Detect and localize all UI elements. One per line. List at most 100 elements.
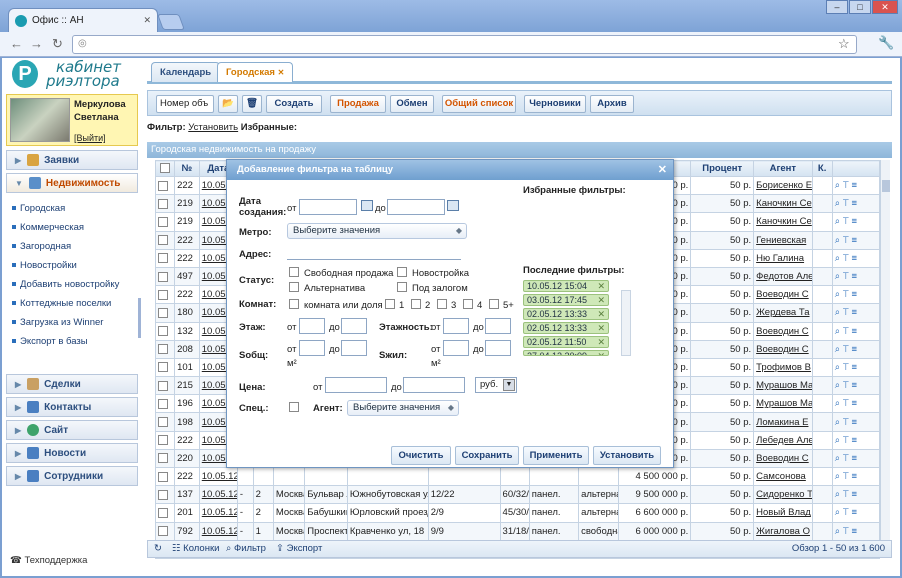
pin-icon[interactable]: ⊤ — [843, 398, 849, 409]
list-icon[interactable]: ≡ — [851, 489, 857, 500]
list-icon[interactable]: ≡ — [851, 271, 857, 282]
search-icon[interactable]: ⌕ — [835, 307, 840, 318]
table-cell[interactable]: 10.05.12 — [198, 485, 238, 505]
remove-icon[interactable]: ✕ — [597, 337, 605, 347]
sidebar-item-newbuild[interactable]: Новостройки — [12, 260, 77, 271]
remove-icon[interactable]: ✕ — [597, 323, 605, 333]
table-cell[interactable]: Жердева Та — [753, 303, 813, 323]
row-checkbox[interactable] — [154, 248, 176, 268]
pin-icon[interactable]: ⊤ — [843, 180, 849, 191]
remove-icon[interactable]: ✕ — [597, 351, 605, 355]
sidebar-item-export[interactable]: Экспорт в базы — [12, 336, 88, 347]
row-checkbox[interactable] — [154, 321, 176, 341]
exchange-button[interactable]: Обмен — [390, 95, 434, 113]
list-icon[interactable]: ≡ — [851, 344, 857, 355]
pin-icon[interactable]: ⊤ — [843, 526, 849, 537]
list-icon[interactable]: ≡ — [851, 362, 857, 373]
table-cell[interactable]: Мурашов Ма — [753, 394, 813, 414]
remove-icon[interactable]: ✕ — [597, 281, 605, 291]
sidebar-item-cottages[interactable]: Коттеджные поселки — [12, 298, 111, 309]
pin-icon[interactable]: ⊤ — [843, 380, 849, 391]
list-icon[interactable]: ≡ — [851, 326, 857, 337]
s-living-from-input[interactable] — [443, 340, 469, 356]
sidebar-section-contacts[interactable]: ▶ Контакты — [6, 397, 138, 417]
pin-icon[interactable]: ⊤ — [843, 417, 849, 428]
price-from-input[interactable] — [325, 377, 387, 393]
created-from-input[interactable] — [299, 199, 357, 215]
sidebar-item-winner-import[interactable]: Загрузка из Winner — [12, 317, 103, 328]
export-button[interactable]: ⇪ Экспорт — [276, 541, 322, 557]
table-row[interactable]: 20110.05.12-2МоскваБабушкинскаяЮрловский… — [154, 503, 881, 523]
created-to-input[interactable] — [387, 199, 445, 215]
search-icon[interactable]: ⌕ — [835, 435, 840, 446]
currency-select[interactable]: руб. ▼ — [475, 377, 517, 393]
col-header[interactable]: Процент — [690, 160, 755, 177]
sidebar-section-news[interactable]: ▶ Новости — [6, 443, 138, 463]
table-cell[interactable]: Сидоренко Т — [753, 485, 813, 505]
recent-filter-chip[interactable]: 02.05.12 11:50 ✕ — [523, 336, 609, 348]
search-icon[interactable]: ⌕ — [835, 453, 840, 464]
table-row[interactable]: 79210.05.12-1МоскваПроспект ВернКравченк… — [154, 521, 881, 541]
sidebar-section-requests[interactable]: ▶ Заявки — [6, 150, 138, 170]
metro-select[interactable]: Выберите значения ◆ — [287, 223, 467, 239]
agent-select[interactable]: Выберите значения ◆ — [347, 400, 459, 416]
recent-scrollbar[interactable] — [621, 290, 631, 356]
pin-icon[interactable]: ⊤ — [843, 289, 849, 300]
trash-icon[interactable]: 🗑 — [242, 95, 262, 113]
calendar-icon[interactable] — [447, 200, 459, 211]
col-header[interactable]: № — [174, 160, 200, 177]
row-checkbox[interactable] — [154, 212, 176, 232]
table-row[interactable]: 222 10.05.12 4 500 000 р. 50 р. Самсонова ⌕ ⊤… — [154, 466, 881, 487]
floor-to-input[interactable] — [341, 318, 367, 334]
pin-icon[interactable]: ⊤ — [843, 235, 849, 246]
table-cell[interactable]: Воеводин С — [753, 339, 813, 359]
table-cell[interactable]: Гениевская — [753, 230, 813, 250]
bookmark-star-icon[interactable]: ☆ — [838, 36, 850, 52]
sidebar-section-realty[interactable]: ▼ Недвижимость — [6, 173, 138, 193]
row-checkbox[interactable] — [154, 339, 176, 359]
sidebar-item-country[interactable]: Загородная — [12, 241, 71, 252]
select-all-checkbox[interactable] — [154, 160, 176, 177]
table-cell[interactable]: Борисенко Е — [753, 175, 813, 196]
status-newbuild-checkbox[interactable] — [397, 267, 407, 277]
table-cell[interactable]: 10.05.12 — [198, 521, 238, 541]
s-total-to-input[interactable] — [341, 340, 367, 356]
list-icon[interactable]: ≡ — [851, 471, 857, 482]
status-pledge-checkbox[interactable] — [397, 282, 407, 292]
table-cell[interactable]: Ню Галина — [753, 248, 813, 268]
new-tab-button[interactable] — [157, 14, 185, 30]
list-icon[interactable]: ≡ — [851, 507, 857, 518]
row-checkbox[interactable] — [154, 430, 176, 450]
address-input[interactable] — [287, 259, 461, 260]
table-cell[interactable]: Воеводин С — [753, 285, 813, 305]
object-number-input[interactable]: Номер объ — [156, 95, 214, 113]
pin-icon[interactable]: ⊤ — [843, 435, 849, 446]
row-checkbox[interactable] — [154, 376, 176, 396]
clear-button[interactable]: Очистить — [391, 446, 451, 465]
sidebar-section-deals[interactable]: ▶ Сделки — [6, 374, 138, 394]
row-checkbox[interactable] — [154, 485, 176, 505]
status-free-checkbox[interactable] — [289, 267, 299, 277]
search-icon[interactable]: ⌕ — [835, 253, 840, 264]
tab-calendar[interactable]: Календарь — [151, 62, 221, 82]
minimize-button[interactable]: – — [826, 0, 848, 14]
address-bar[interactable]: ◎ — [72, 35, 857, 54]
sidebar-item-city[interactable]: Городская — [12, 203, 65, 214]
close-icon[interactable]: ✕ — [658, 160, 667, 180]
table-scrollbar[interactable] — [880, 160, 890, 540]
pin-icon[interactable]: ⊤ — [843, 507, 849, 518]
search-icon[interactable]: ⌕ — [835, 235, 840, 246]
rooms-5plus-checkbox[interactable] — [489, 299, 499, 309]
list-icon[interactable]: ≡ — [851, 198, 857, 209]
pin-icon[interactable]: ⊤ — [843, 489, 849, 500]
forward-icon[interactable]: → — [30, 37, 43, 51]
create-button[interactable]: Создать — [266, 95, 322, 113]
save-button[interactable]: Сохранить — [455, 446, 519, 465]
open-folder-icon[interactable]: 📂 — [218, 95, 238, 113]
row-checkbox[interactable] — [154, 448, 176, 469]
row-checkbox[interactable] — [154, 466, 176, 487]
recent-filter-chip[interactable]: 03.05.12 17:45 ✕ — [523, 294, 609, 306]
maximize-button[interactable]: □ — [849, 0, 871, 14]
wrench-icon[interactable]: 🔧 — [878, 35, 894, 51]
close-window-button[interactable]: ✕ — [872, 0, 898, 14]
